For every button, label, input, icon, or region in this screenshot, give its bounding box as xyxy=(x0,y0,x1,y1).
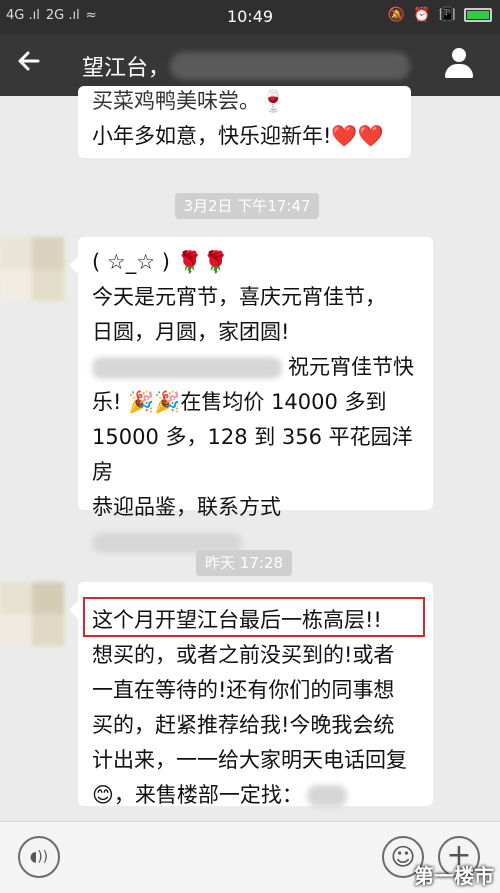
message-line: 想买的，或者之前没买到的!或者 xyxy=(92,643,395,667)
status-icons: 🔕 ⏰ 📳 xyxy=(388,7,492,23)
highlight-box xyxy=(83,597,425,637)
avatar[interactable] xyxy=(0,237,64,301)
message-line: 小年多如意，快乐迎新年!❤️❤️ xyxy=(92,124,384,148)
message-line: 日圆，月圆，家团圆! xyxy=(92,320,290,344)
back-arrow-icon[interactable] xyxy=(16,48,42,81)
message-line: 买的，赶紧推荐给我!今晚我会统 xyxy=(92,713,395,737)
avatar[interactable] xyxy=(0,582,64,646)
bell-off-icon: 🔕 xyxy=(387,7,406,23)
message-line: 祝元宵佳节快 xyxy=(92,350,419,385)
message-line: 😊，来售楼部一定找： xyxy=(92,778,419,813)
vibrate-icon: 📳 xyxy=(438,7,456,23)
message-line: 一直在等待的!还有你们的同事想 xyxy=(92,678,395,702)
timestamp: 昨天 17:28 xyxy=(196,550,292,576)
timestamp: 3月2日 下午17:47 xyxy=(175,193,319,219)
message-bubble[interactable]: ( ☆_☆ ) 🌹🌹 今天是元宵节，喜庆元宵佳节， 日圆，月圆，家团圆! 祝元宵… xyxy=(78,237,433,553)
chat-title: 望江台， xyxy=(82,56,171,81)
message-line: 今天是元宵节，喜庆元宵佳节， xyxy=(92,285,386,309)
message-text: 祝元宵佳节快 xyxy=(288,355,414,379)
redacted-text xyxy=(92,357,282,379)
message-line: 恭迎品鉴，联系方式 xyxy=(92,495,281,519)
person-icon[interactable] xyxy=(444,48,474,82)
status-bar: 4G .ıl 2G .ıl ≈ 10:49 🔕 ⏰ 📳 xyxy=(0,0,500,34)
alarm-icon: ⏰ xyxy=(413,7,431,23)
redacted-text xyxy=(306,785,347,807)
message-line: 乐! 🎉🎉在售均价 14000 多到 xyxy=(92,390,387,414)
message-bubble[interactable]: 买菜鸡鸭美味尝。🍷 小年多如意，快乐迎新年!❤️❤️ xyxy=(78,86,411,158)
battery-icon xyxy=(464,8,492,22)
message-line: 15000 多，128 到 356 平花园洋房 xyxy=(92,425,413,484)
message-text: 😊，来售楼部一定找： xyxy=(92,783,303,807)
message-line: 计出来，一一给大家明天电话回复 xyxy=(92,748,407,772)
input-bar: ◖)) ☺ + 第一楼市 xyxy=(0,821,500,893)
message-line: ( ☆_☆ ) 🌹🌹 xyxy=(92,250,229,274)
message-line: 买菜鸡鸭美味尝。🍷 xyxy=(92,89,287,113)
redacted-name xyxy=(170,52,410,80)
watermark-logo: 第一楼市 xyxy=(414,864,494,888)
voice-icon[interactable]: ◖)) xyxy=(18,836,60,878)
